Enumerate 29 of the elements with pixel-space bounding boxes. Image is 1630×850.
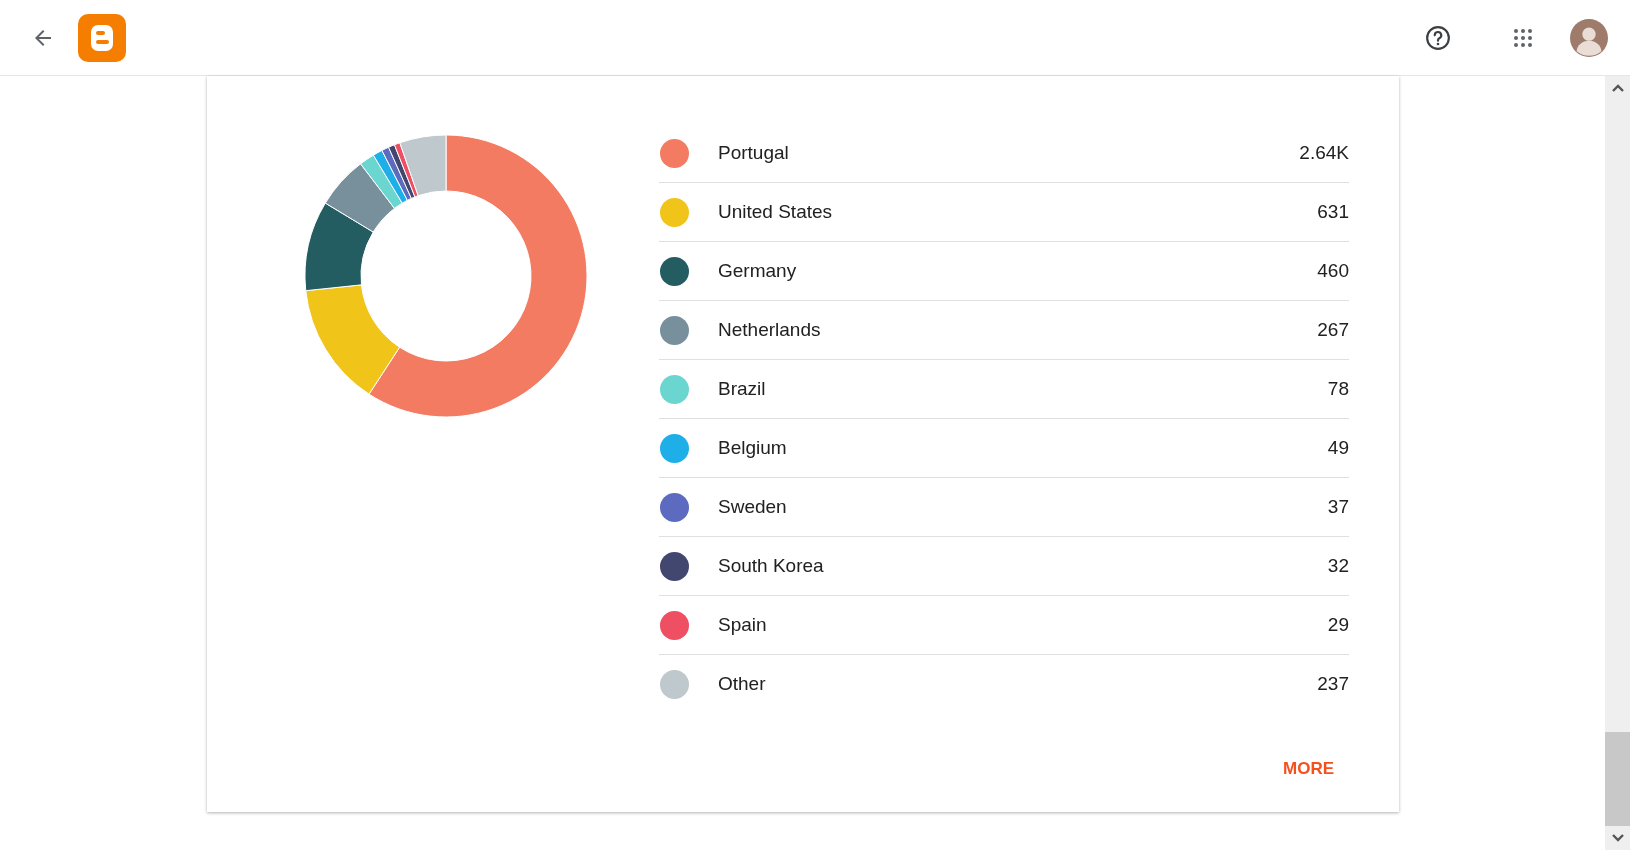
apps-grid-icon[interactable]	[1513, 27, 1533, 48]
country-label: Brazil	[718, 378, 767, 400]
view-count: 37	[1327, 496, 1349, 518]
country-label: South Korea	[718, 555, 825, 577]
logo-icon[interactable]	[78, 13, 126, 62]
help-icon[interactable]	[1425, 24, 1451, 51]
scroll-down-icon[interactable]	[1611, 834, 1624, 842]
view-count: 32	[1327, 555, 1349, 577]
view-count: 2.64K	[1299, 142, 1349, 164]
view-count: 237	[1317, 673, 1349, 695]
country-label: Other	[718, 673, 767, 695]
view-count: 29	[1327, 614, 1349, 636]
view-count: 78	[1327, 378, 1349, 400]
view-count: 49	[1327, 437, 1349, 459]
country-label: Spain	[718, 614, 768, 636]
scrollbar[interactable]	[1605, 76, 1630, 850]
country-label: United States	[718, 201, 834, 223]
scrollbar-thumb[interactable]	[1605, 732, 1630, 826]
view-count: 631	[1317, 201, 1349, 223]
country-label: Belgium	[718, 437, 788, 459]
country-label: Sweden	[718, 496, 788, 518]
scroll-up-icon[interactable]	[1611, 84, 1624, 92]
avatar-icon[interactable]	[1570, 18, 1608, 57]
country-label: Portugal	[718, 142, 790, 164]
country-label: Netherlands	[718, 319, 822, 341]
country-label: Germany	[718, 260, 798, 282]
view-count: 460	[1317, 260, 1349, 282]
more-button[interactable]: MORE	[1267, 751, 1350, 787]
view-count: 267	[1317, 319, 1349, 341]
